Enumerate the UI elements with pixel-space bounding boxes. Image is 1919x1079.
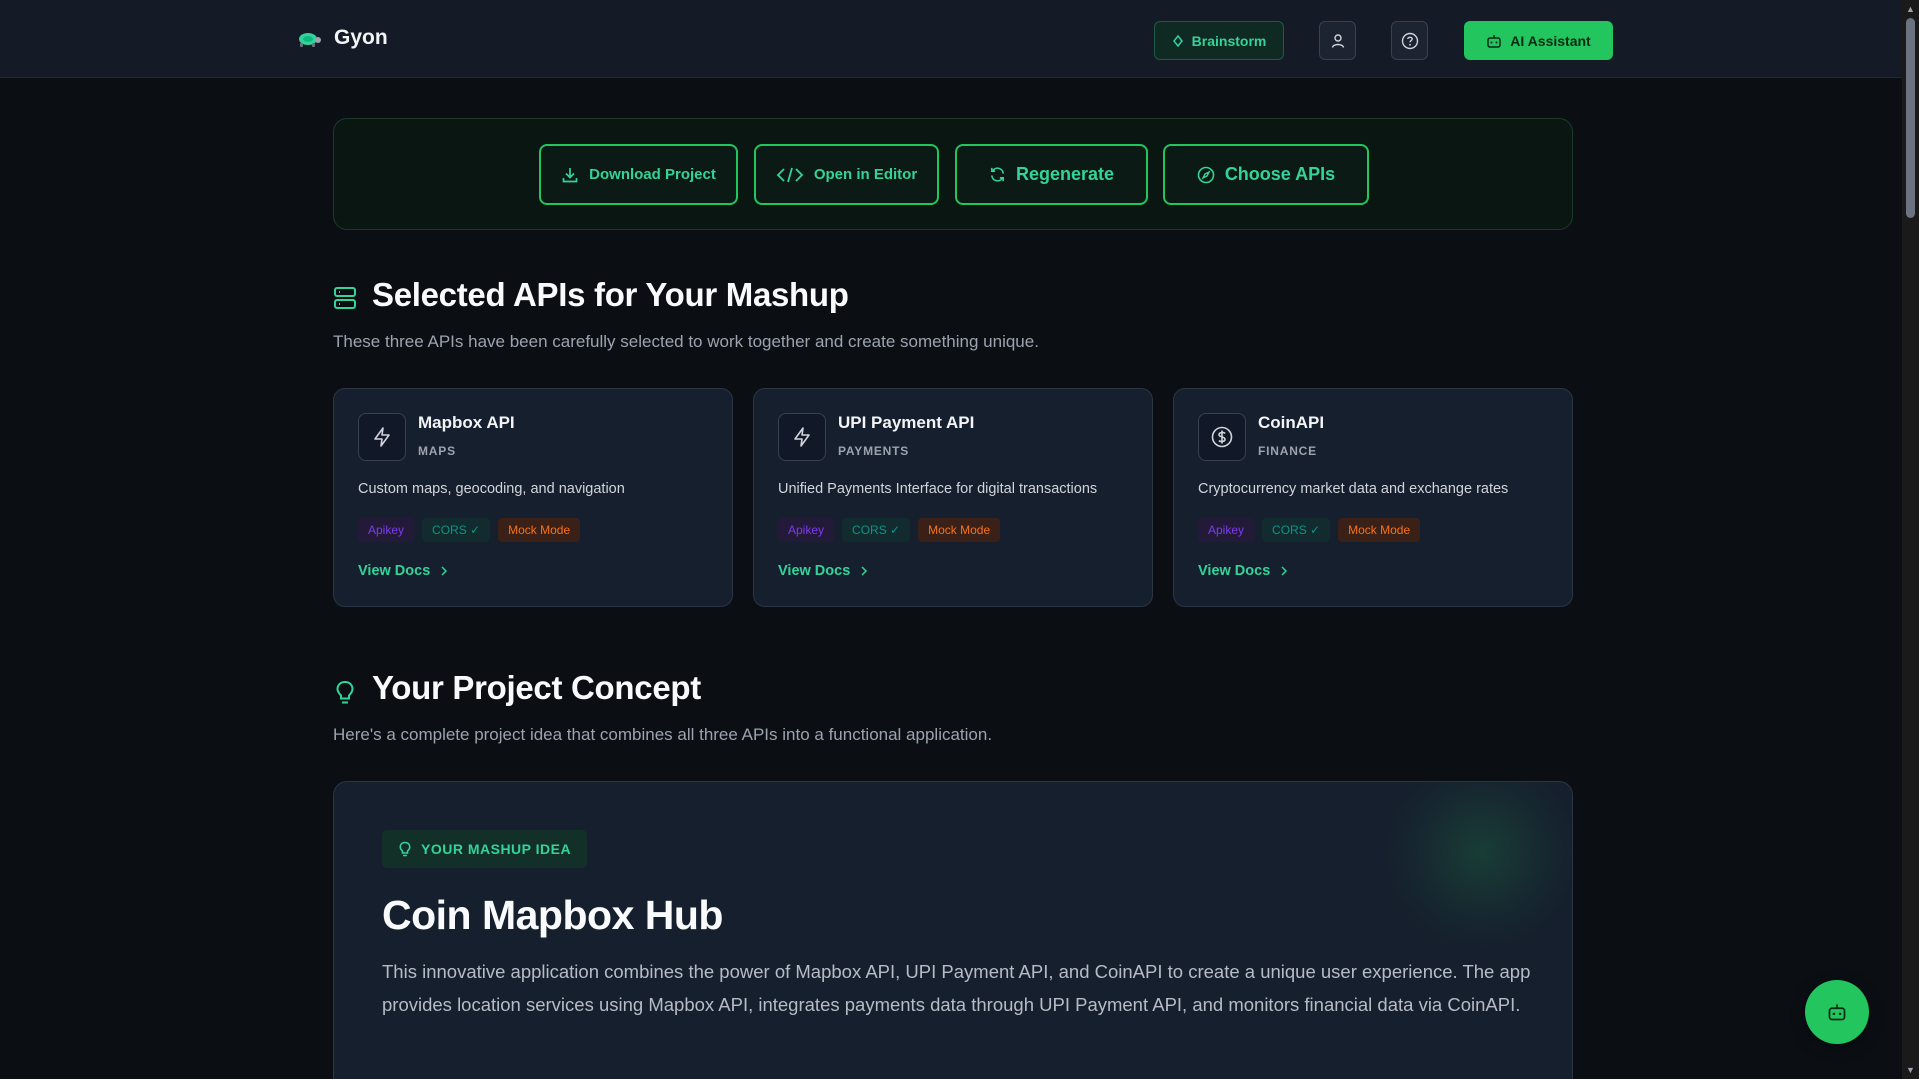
api-name: UPI Payment API: [838, 413, 975, 432]
api-icon-box: [1198, 413, 1246, 461]
project-concept-subtitle: Here's a complete project idea that comb…: [333, 725, 993, 744]
api-card[interactable]: UPI Payment API PAYMENTS Unified Payment…: [753, 388, 1153, 607]
cors-badge: CORS ✓: [1262, 518, 1331, 542]
page-scrollbar[interactable]: ▲ ▼: [1902, 0, 1919, 1079]
robot-icon: [1487, 34, 1502, 48]
view-docs-label: View Docs: [778, 563, 851, 579]
auth-badge: Apikey: [778, 518, 835, 542]
choose-apis-label: Choose APIs: [1224, 164, 1336, 184]
ai-assistant-button[interactable]: AI Assistant: [1464, 21, 1613, 60]
scroll-down-arrow-icon[interactable]: ▼: [1905, 1065, 1916, 1075]
api-tags: Apikey CORS ✓ Mock Mode: [778, 518, 1001, 542]
concept-description: This innovative application combines the…: [382, 961, 1531, 1015]
api-name: Mapbox API: [418, 413, 515, 432]
chevron-right-icon: [861, 566, 868, 576]
auth-badge: Apikey: [1198, 518, 1255, 542]
download-icon: [562, 167, 578, 182]
open-in-editor-button[interactable]: Open in Editor: [754, 144, 939, 205]
turtle-logo-icon: [299, 33, 321, 47]
dollar-coin-icon: [1211, 426, 1233, 448]
scrollbar-thumb[interactable]: [1906, 18, 1915, 218]
download-project-button[interactable]: Download Project: [539, 144, 738, 205]
concept-title: Coin Mapbox Hub: [382, 892, 723, 938]
brand[interactable]: Gyon: [294, 26, 388, 50]
action-bar: Download Project Open in Editor Regenera…: [333, 118, 1573, 230]
selected-apis-title: Selected APIs for Your Mashup: [372, 276, 849, 313]
help-circle-icon: [1401, 32, 1418, 49]
mock-mode-badge: Mock Mode: [918, 518, 1001, 542]
api-card[interactable]: Mapbox API MAPS Custom maps, geocoding, …: [333, 388, 733, 607]
api-category: FINANCE: [1258, 444, 1317, 458]
view-docs-link[interactable]: View Docs: [358, 563, 448, 579]
api-description: Unified Payments Interface for digital t…: [778, 481, 1098, 497]
user-icon: [1331, 33, 1344, 48]
download-label: Download Project: [589, 166, 716, 183]
user-button[interactable]: [1319, 21, 1356, 60]
brainstorm-button[interactable]: Brainstorm: [1154, 21, 1284, 60]
mock-mode-badge: Mock Mode: [1338, 518, 1421, 542]
lightbulb-icon: [336, 680, 354, 704]
view-docs-link[interactable]: View Docs: [1198, 563, 1288, 579]
api-icon-box: [358, 413, 406, 461]
mashup-idea-badge: YOUR MASHUP IDEA: [382, 830, 588, 868]
api-icon-box: [778, 413, 826, 461]
view-docs-link[interactable]: View Docs: [778, 563, 868, 579]
lightning-icon: [794, 427, 810, 447]
auth-badge: Apikey: [358, 518, 415, 542]
decorative-glow: [1382, 782, 1572, 952]
brand-name: Gyon: [334, 26, 388, 49]
api-category: PAYMENTS: [838, 444, 910, 458]
api-name: CoinAPI: [1258, 413, 1325, 432]
scroll-up-arrow-icon[interactable]: ▲: [1905, 4, 1916, 14]
ai-assistant-label: AI Assistant: [1510, 32, 1591, 49]
lightbulb-icon: [399, 841, 411, 856]
regenerate-button[interactable]: Regenerate: [955, 144, 1148, 205]
mashup-idea-label: YOUR MASHUP IDEA: [421, 841, 572, 857]
brainstorm-label: Brainstorm: [1191, 32, 1267, 49]
project-concept-title: Your Project Concept: [372, 669, 701, 706]
api-card[interactable]: CoinAPI FINANCE Cryptocurrency market da…: [1173, 388, 1573, 607]
cors-badge: CORS ✓: [842, 518, 911, 542]
view-docs-label: View Docs: [358, 563, 431, 579]
api-tags: Apikey CORS ✓ Mock Mode: [358, 518, 581, 542]
server-icon: [334, 287, 356, 309]
api-tags: Apikey CORS ✓ Mock Mode: [1198, 518, 1421, 542]
api-description: Custom maps, geocoding, and navigation: [358, 481, 625, 497]
chevron-right-icon: [441, 566, 448, 576]
mashup-idea-card: YOUR MASHUP IDEA Coin Mapbox Hub This in…: [333, 781, 1573, 1079]
regenerate-label: Regenerate: [1015, 164, 1115, 184]
mock-mode-badge: Mock Mode: [498, 518, 581, 542]
chevron-right-icon: [1281, 566, 1288, 576]
refresh-icon: [990, 167, 1004, 182]
robot-icon: [1828, 1004, 1846, 1021]
top-bar: Gyon Brainstorm AI Assistant: [0, 0, 1902, 78]
lightning-icon: [374, 427, 390, 447]
view-docs-label: View Docs: [1198, 563, 1271, 579]
floating-assistant-button[interactable]: [1805, 980, 1869, 1044]
help-button[interactable]: [1391, 21, 1428, 60]
code-icon: [776, 167, 804, 182]
choose-apis-button[interactable]: Choose APIs: [1163, 144, 1369, 205]
cors-badge: CORS ✓: [422, 518, 491, 542]
api-category: MAPS: [418, 444, 456, 458]
api-description: Cryptocurrency market data and exchange …: [1198, 481, 1509, 497]
diamond-icon: [1172, 34, 1183, 47]
selected-apis-subtitle: These three APIs have been carefully sel…: [333, 332, 1039, 351]
editor-label: Open in Editor: [813, 166, 918, 183]
compass-icon: [1197, 166, 1215, 183]
